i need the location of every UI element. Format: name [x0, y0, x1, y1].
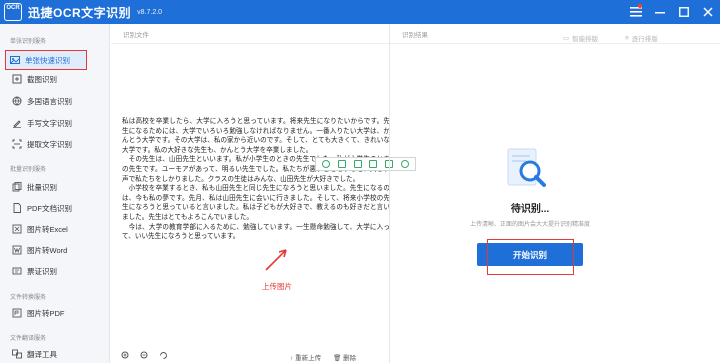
sidebar-item-label: 手写文字识别	[27, 118, 72, 128]
maximize-icon	[679, 7, 689, 17]
notification-dot	[638, 4, 642, 8]
crop-icon[interactable]	[369, 160, 378, 168]
uploaded-document-image: 私は高校を卒業したら、大学に入ろうと思っています。将来先生になりたいからです。先…	[122, 117, 390, 242]
image-edit-toolbar	[315, 157, 416, 171]
section-label-batch: 批量识别服务	[10, 167, 47, 173]
app-version: v8.7.2.0	[137, 8, 163, 16]
word-icon	[12, 245, 22, 255]
sidebar-item-label: 截图识别	[27, 74, 57, 84]
globe-icon	[12, 96, 22, 106]
title-bar: OCR 迅捷OCR文字识别 v8.7.2.0	[0, 0, 720, 24]
sidebar-item-label: 单张快速识别	[25, 55, 70, 65]
sidebar-item-image-pdf[interactable]: 图片转PDF	[8, 304, 106, 322]
sidebar-item-label: 图片转PDF	[27, 308, 65, 318]
close-icon	[703, 7, 713, 17]
reupload-button[interactable]: ↑ 重新上传	[290, 352, 321, 362]
settings-icon[interactable]	[401, 160, 410, 168]
sidebar-item-label: 翻译工具	[27, 349, 57, 359]
pdf-icon	[12, 203, 22, 213]
delete-label: 删除	[343, 354, 357, 362]
sidebar-item-label: 多国语言识别	[27, 96, 72, 106]
left-panel-title: 识别文件	[123, 31, 149, 39]
minimize-icon	[655, 12, 665, 14]
waiting-status: 待识别...	[510, 204, 550, 215]
right-panel-title: 识别结果	[402, 31, 428, 39]
section-label-convert: 文件转换服务	[10, 295, 47, 301]
sidebar-item-label: 提取文字识别	[27, 139, 72, 149]
rotate-icon[interactable]	[159, 351, 168, 362]
section-label-translate: 文件翻译服务	[10, 336, 47, 342]
scan-icon	[12, 139, 22, 149]
image-pdf-icon	[12, 308, 22, 318]
sidebar-item-label: 图片转Word	[27, 245, 68, 255]
sidebar-item-extract[interactable]: 提取文字识别	[8, 135, 106, 153]
section-label-single: 单张识别服务	[10, 39, 47, 45]
panel-divider	[389, 24, 390, 363]
sidebar-item-label: 批量识别	[27, 182, 57, 192]
sidebar-item-multilang[interactable]: 多国语言识别	[8, 92, 106, 110]
minimize-button[interactable]	[648, 0, 672, 24]
smart-layout-button[interactable]: ▭ 智能排版	[563, 33, 598, 43]
sidebar-item-translate[interactable]: 翻译工具	[8, 345, 106, 363]
line-layout-button[interactable]: ≡ 逐行排版	[625, 33, 658, 44]
zoom-in-icon[interactable]	[121, 351, 130, 362]
app-title: 迅捷OCR文字识别	[28, 5, 132, 20]
sidebar-item-excel[interactable]: 图片转Excel	[8, 220, 106, 238]
sidebar-item-single-quick[interactable]: 单张快速识别	[5, 50, 87, 70]
document-paragraph: 私は高校を卒業したら、大学に入ろうと思っています。将来先生になりたいからです。先…	[122, 118, 390, 154]
layout-icon: ▭	[563, 35, 570, 42]
sidebar-item-label: 票证识别	[27, 266, 57, 276]
batch-icon	[12, 182, 22, 192]
upload-image-annotation: 上传图片	[262, 282, 292, 291]
close-button[interactable]	[696, 0, 720, 24]
document-paragraph: 今は、大学の教育学部に入るために、勉強しています。一生懸命勉強して、大学に入って…	[122, 223, 390, 241]
right-panel-header: 识别结果	[390, 24, 720, 44]
delete-button[interactable]: 🗑 删除	[333, 352, 356, 362]
app-logo: OCR	[4, 3, 22, 21]
sidebar-item-pdf[interactable]: PDF文档识别	[8, 199, 106, 217]
copy-icon[interactable]	[337, 160, 346, 168]
lines-icon: ≡	[625, 34, 629, 42]
expand-icon[interactable]	[353, 160, 362, 168]
document-paragraph: 小学校を卒業するとき、私も山田先生と同じ先生になろうと思いました。先生になるのは…	[122, 185, 390, 221]
line-layout-label: 逐行排版	[631, 36, 658, 43]
menu-button[interactable]	[624, 0, 648, 24]
zoom-out-icon[interactable]	[140, 351, 149, 362]
smart-layout-label: 智能排版	[572, 36, 599, 43]
translate-icon	[12, 349, 22, 359]
image-bottom-bar: ↑ 重新上传 🗑 删除	[111, 350, 389, 363]
sidebar-item-word[interactable]: 图片转Word	[8, 241, 106, 259]
upload-tip: 上传清晰、正面的图片会大大提升识别精准度	[469, 222, 590, 228]
arrow-annotation-icon	[265, 249, 287, 271]
sidebar-item-screenshot[interactable]: 截图识别	[8, 70, 106, 88]
search-document-icon	[507, 148, 546, 187]
sidebar-item-handwriting[interactable]: 手写文字识别	[8, 114, 106, 132]
sidebar-item-label: 图片转Excel	[27, 224, 68, 234]
hamburger-icon	[630, 7, 642, 17]
sidebar-item-batch[interactable]: 批量识别	[8, 178, 106, 196]
handwriting-icon	[12, 118, 22, 128]
start-button-highlight	[487, 239, 574, 275]
screenshot-icon	[12, 74, 22, 84]
zoom-icon[interactable]	[321, 160, 330, 168]
sidebar-item-label: PDF文档识别	[27, 203, 72, 213]
left-panel-header: 识别文件	[111, 24, 389, 44]
ticket-icon	[12, 266, 22, 276]
sidebar-item-ticket[interactable]: 票证识别	[8, 262, 106, 280]
maximize-button[interactable]	[672, 0, 696, 24]
excel-icon	[12, 224, 22, 234]
reupload-label: 重新上传	[295, 354, 322, 362]
photo-icon	[10, 55, 20, 65]
